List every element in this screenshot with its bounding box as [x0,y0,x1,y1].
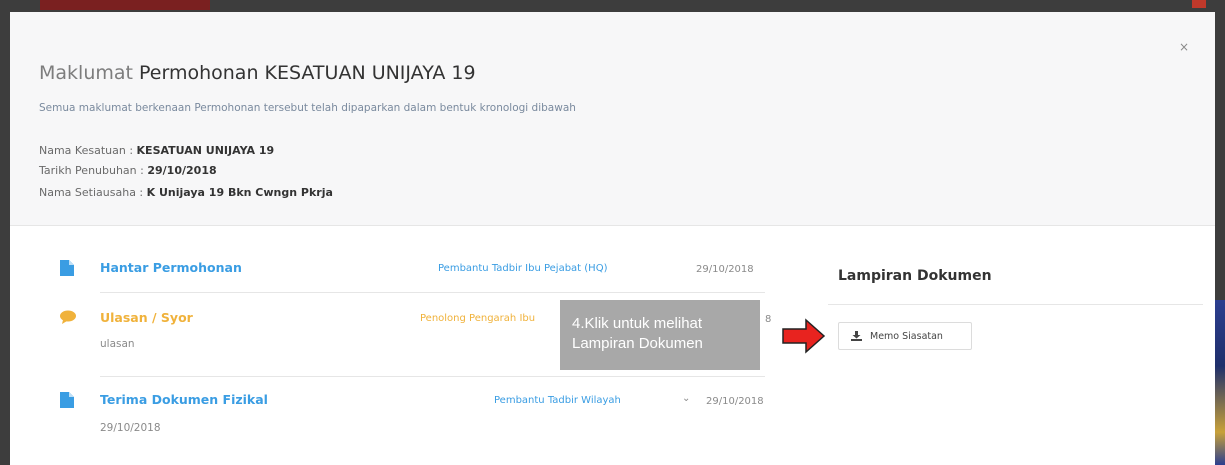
close-icon[interactable]: × [1179,40,1189,54]
chevron-down-icon[interactable]: ⌄ [682,393,690,404]
instruction-callout: 4.Klik untuk melihat Lampiran Dokumen [560,300,760,370]
timeline-item-note: ulasan [100,338,135,350]
timeline-item-note: 29/10/2018 [100,422,161,434]
info-label: Nama Setiausaha : [39,186,147,199]
timeline-item-actor: Pembantu Tadbir Ibu Pejabat (HQ) [438,263,608,274]
timeline-item-actor: Pembantu Tadbir Wilayah [494,395,621,406]
modal-title: Maklumat Permohonan KESATUAN UNIJAYA 19 [39,62,476,84]
modal-title-main: Permohonan KESATUAN UNIJAYA 19 [139,62,476,84]
document-icon [60,260,74,276]
timeline-item-title[interactable]: Ulasan / Syor [100,310,193,325]
attachments-title: Lampiran Dokumen [838,268,992,284]
arrow-right-icon [782,318,826,354]
comment-icon [60,310,76,324]
memo-button-label: Memo Siasatan [870,330,943,342]
backdrop-bar [1192,0,1206,8]
divider [828,304,1203,305]
timeline-item-actor: Penolong Pengarah Ibu [420,313,536,324]
timeline-item-title[interactable]: Hantar Permohonan [100,260,242,275]
timeline-item-date: 8 [765,314,772,325]
divider [100,376,765,377]
info-label: Nama Kesatuan : [39,144,137,157]
download-icon [851,331,862,341]
timeline-item-date: 29/10/2018 [696,264,754,275]
info-union-name: Nama Kesatuan : KESATUAN UNIJAYA 19 [39,144,274,157]
info-value: K Unijaya 19 Bkn Cwngn Pkrja [146,186,333,199]
modal-subtitle: Semua maklumat berkenaan Permohonan ters… [39,102,576,114]
memo-siasatan-button[interactable]: Memo Siasatan [838,322,972,350]
modal-title-prefix: Maklumat [39,62,133,84]
timeline-item-date: 29/10/2018 [706,396,764,407]
modal-header: × Maklumat Permohonan KESATUAN UNIJAYA 1… [10,12,1215,226]
divider [100,292,765,293]
backdrop-edge [1215,300,1225,465]
info-value: 29/10/2018 [147,164,217,177]
info-value: KESATUAN UNIJAYA 19 [136,144,275,157]
backdrop-bar [40,0,210,10]
info-establish-date: Tarikh Penubuhan : 29/10/2018 [39,164,217,177]
info-secretary-name: Nama Setiausaha : K Unijaya 19 Bkn Cwngn… [39,186,333,199]
application-detail-modal: × Maklumat Permohonan KESATUAN UNIJAYA 1… [10,12,1215,465]
callout-line: 4.Klik untuk melihat [572,315,703,332]
callout-line: Lampiran Dokumen [572,335,703,352]
info-label: Tarikh Penubuhan : [39,164,148,177]
document-icon [60,392,74,408]
timeline-item-title[interactable]: Terima Dokumen Fizikal [100,392,268,407]
